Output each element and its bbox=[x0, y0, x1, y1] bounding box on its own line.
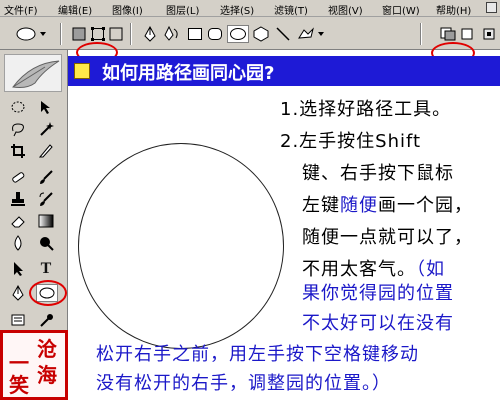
separator bbox=[420, 23, 422, 45]
circle-path bbox=[78, 143, 284, 349]
highlight-ring bbox=[29, 280, 67, 306]
text-segment: 画一个园， bbox=[378, 195, 473, 216]
instruction-line: 1.选择好路径工具。 bbox=[280, 99, 452, 120]
document-icon bbox=[74, 63, 90, 79]
paths-icon[interactable] bbox=[89, 25, 107, 43]
instruction-line: 不用太客气。（如 bbox=[302, 258, 445, 282]
instruction-line: 果你觉得园的位置 bbox=[302, 283, 454, 304]
lasso-icon[interactable] bbox=[8, 120, 28, 138]
eraser-icon[interactable] bbox=[8, 212, 28, 230]
document-title-bar: 如何用路径画同心园? bbox=[68, 56, 500, 86]
rectangle-icon[interactable] bbox=[186, 25, 204, 43]
notes-icon[interactable] bbox=[8, 312, 28, 330]
blur-icon[interactable] bbox=[8, 234, 28, 252]
ellipse-icon[interactable] bbox=[227, 25, 249, 43]
text-segment: （如 bbox=[416, 259, 445, 280]
instruction-line: 2.左手按住Shift bbox=[280, 131, 422, 152]
menu-window[interactable]: 窗口(W) bbox=[382, 2, 420, 17]
document-title: 如何用路径画同心园? bbox=[102, 63, 275, 84]
line-icon[interactable] bbox=[274, 25, 292, 43]
crop-icon[interactable] bbox=[8, 142, 28, 160]
eyedropper-icon[interactable] bbox=[36, 312, 56, 330]
history-brush-icon[interactable] bbox=[36, 190, 56, 208]
slice-icon[interactable] bbox=[36, 142, 56, 160]
pen-tool-icon[interactable] bbox=[8, 284, 28, 302]
text-segment: 不用太客气。 bbox=[302, 259, 416, 280]
move-icon[interactable] bbox=[36, 98, 56, 116]
freeform-pen-icon[interactable] bbox=[162, 25, 182, 43]
stamp-char: 沧 bbox=[37, 337, 57, 361]
path-selection-icon[interactable] bbox=[8, 260, 28, 278]
clone-stamp-icon[interactable] bbox=[8, 190, 28, 208]
stamp-char: 笑 bbox=[9, 373, 29, 397]
stamp-char: 一 bbox=[9, 351, 29, 375]
path-area-option-icon[interactable] bbox=[438, 25, 458, 43]
polygon-icon[interactable] bbox=[252, 25, 270, 43]
options-bar bbox=[0, 17, 500, 64]
restore-window-icon[interactable] bbox=[486, 2, 497, 13]
instruction-line: 随便一点就可以了， bbox=[302, 227, 473, 248]
shape-layers-icon[interactable] bbox=[70, 25, 88, 43]
magic-wand-icon[interactable] bbox=[36, 120, 56, 138]
palette-well-icon[interactable] bbox=[460, 25, 474, 43]
instruction-line: 没有松开的右手，调整园的位置。） bbox=[96, 373, 391, 394]
instruction-line: 不太好可以在没有 bbox=[302, 313, 454, 334]
brush-icon[interactable] bbox=[36, 168, 56, 186]
healing-brush-icon[interactable] bbox=[8, 168, 28, 186]
seal-stamp: 一 沧 笑 海 bbox=[0, 330, 68, 400]
menu-bar: 文件(F) 编辑(E) 图像(I) 图层(L) 选择(S) 滤镜(T) 视图(V… bbox=[0, 0, 500, 17]
ellipse-tool-preset-icon[interactable] bbox=[14, 25, 48, 43]
instruction-line: 松开右手之前，用左手按下空格键移动 bbox=[96, 344, 419, 365]
separator bbox=[130, 23, 132, 45]
menu-help[interactable]: 帮助(H) bbox=[436, 2, 471, 17]
pen-icon[interactable] bbox=[142, 25, 158, 43]
menu-select[interactable]: 选择(S) bbox=[220, 2, 254, 17]
fill-pixels-icon[interactable] bbox=[108, 25, 124, 43]
dodge-icon[interactable] bbox=[36, 234, 56, 252]
separator bbox=[60, 23, 62, 45]
text-segment: 左键 bbox=[302, 195, 340, 216]
palette-well-toggle-icon[interactable] bbox=[482, 25, 496, 43]
menu-file[interactable]: 文件(F) bbox=[4, 2, 38, 17]
menu-edit[interactable]: 编辑(E) bbox=[58, 2, 92, 17]
marquee-icon[interactable] bbox=[8, 98, 28, 116]
menu-layer[interactable]: 图层(L) bbox=[166, 2, 199, 17]
menu-view[interactable]: 视图(V) bbox=[328, 2, 363, 17]
feather-logo bbox=[4, 54, 62, 92]
text-segment: 随便 bbox=[340, 195, 378, 216]
stamp-char: 海 bbox=[37, 363, 57, 387]
custom-shape-icon[interactable] bbox=[296, 25, 326, 43]
instruction-line: 键、右手按下鼠标 bbox=[302, 163, 454, 184]
menu-image[interactable]: 图像(I) bbox=[112, 2, 143, 17]
rounded-rectangle-icon[interactable] bbox=[206, 25, 224, 43]
instruction-line: 左键随便画一个园， bbox=[302, 194, 473, 218]
menu-filter[interactable]: 滤镜(T) bbox=[274, 2, 308, 17]
gradient-icon[interactable] bbox=[36, 212, 56, 230]
type-tool-icon[interactable]: T bbox=[36, 260, 56, 278]
